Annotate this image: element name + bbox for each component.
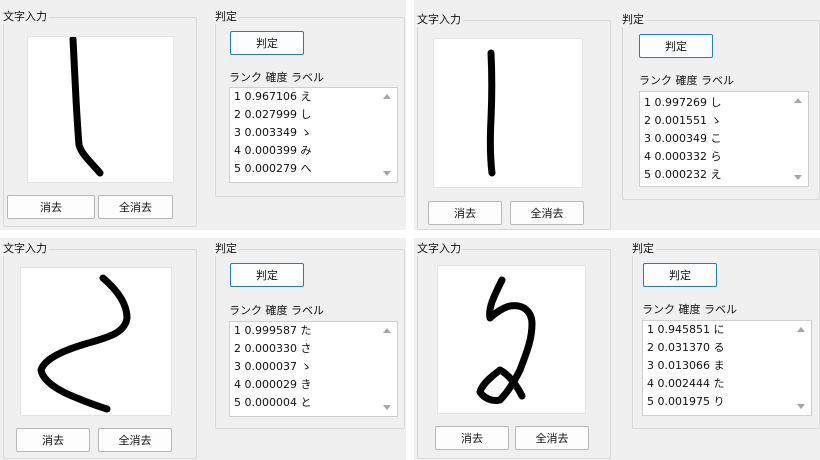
list-item[interactable]: 3 0.003349 ゝ [234, 126, 311, 140]
list-item[interactable]: 2 0.027999 し [234, 108, 311, 122]
drawing-canvas[interactable] [27, 36, 174, 183]
erase-all-button[interactable]: 全消去 [510, 201, 584, 225]
recognizer-panel-1: 文字入力 消去 全消去 判定 判定 ランク 確度 ラベル 1 0.967106 … [0, 0, 406, 230]
scroll-up-icon[interactable] [383, 328, 391, 333]
list-item[interactable]: 4 0.000332 ら [644, 150, 721, 164]
list-item[interactable]: 5 0.000004 と [234, 396, 311, 410]
erase-button[interactable]: 消去 [16, 428, 90, 452]
results-listbox[interactable]: 1 0.945851 に 2 0.031370 る 3 0.013066 ま 4… [642, 320, 812, 416]
handwriting-stroke [476, 276, 536, 404]
list-item[interactable]: 5 0.001975 り [647, 395, 724, 409]
list-header: ランク 確度 ラベル [229, 71, 324, 84]
list-item[interactable]: 1 0.945851 に [647, 323, 724, 337]
list-item[interactable]: 1 0.997269 し [644, 96, 721, 110]
results-listbox[interactable]: 1 0.999587 た 2 0.000330 さ 3 0.000037 ゝ 4… [229, 321, 398, 417]
erase-button[interactable]: 消去 [428, 201, 502, 225]
scroll-down-icon[interactable] [794, 175, 802, 180]
handwriting-stroke [37, 274, 131, 413]
judge-button[interactable]: 判定 [230, 31, 304, 55]
erase-all-button[interactable]: 全消去 [515, 426, 589, 450]
judge-group: 判定 判定 ランク 確度 ラベル 1 0.997269 し 2 0.001551… [622, 13, 820, 200]
judge-button[interactable]: 判定 [639, 34, 713, 58]
list-item[interactable]: 2 0.000330 さ [234, 342, 311, 356]
scroll-down-icon[interactable] [797, 404, 805, 409]
results-listbox[interactable]: 1 0.967106 え 2 0.027999 し 3 0.003349 ゝ 4… [229, 87, 398, 183]
list-item[interactable]: 3 0.000349 こ [644, 132, 721, 146]
recognizer-panel-2: 文字入力 消去 全消去 判定 判定 ランク 確度 ラベル 1 0.997269 … [414, 0, 820, 230]
group-title: 文字入力 [3, 10, 49, 24]
judge-group: 判定 判定 ランク 確度 ラベル 1 0.945851 に 2 0.031370… [632, 242, 820, 429]
erase-all-button[interactable]: 全消去 [98, 428, 172, 452]
drawing-canvas[interactable] [20, 267, 172, 416]
group-title: 判定 [215, 10, 239, 24]
group-title: 判定 [215, 242, 239, 256]
list-item[interactable]: 4 0.002444 た [647, 377, 724, 391]
group-title: 判定 [632, 242, 656, 256]
char-input-group: 文字入力 消去 全消去 [3, 242, 197, 459]
judge-button[interactable]: 判定 [230, 263, 304, 287]
handwriting-stroke [69, 37, 104, 177]
list-header: ランク 確度 ラベル [229, 304, 324, 317]
judge-group: 判定 判定 ランク 確度 ラベル 1 0.999587 た 2 0.000330… [215, 242, 405, 429]
scroll-up-icon[interactable] [383, 94, 391, 99]
scroll-up-icon[interactable] [797, 327, 805, 332]
list-item[interactable]: 5 0.000279 へ [234, 162, 311, 176]
group-title: 文字入力 [417, 242, 463, 256]
judge-button[interactable]: 判定 [643, 263, 717, 287]
list-item[interactable]: 5 0.000232 え [644, 168, 721, 182]
group-title: 文字入力 [3, 242, 49, 256]
recognizer-panel-4: 文字入力 消去 全消去 判定 判定 ランク 確度 ラベル 1 0.945851 … [414, 238, 820, 460]
list-item[interactable]: 2 0.031370 る [647, 341, 724, 355]
scroll-down-icon[interactable] [383, 405, 391, 410]
char-input-group: 文字入力 消去 全消去 [417, 242, 611, 459]
list-header: ランク 確度 ラベル [642, 303, 737, 316]
erase-all-button[interactable]: 全消去 [98, 195, 173, 219]
char-input-group: 文字入力 消去 全消去 [417, 13, 611, 230]
recognizer-panel-3: 文字入力 消去 全消去 判定 判定 ランク 確度 ラベル 1 0.999587 … [0, 238, 406, 460]
list-item[interactable]: 1 0.999587 た [234, 324, 311, 338]
scroll-up-icon[interactable] [794, 98, 802, 103]
group-title: 文字入力 [417, 13, 463, 27]
erase-button[interactable]: 消去 [7, 195, 95, 219]
list-item[interactable]: 3 0.013066 ま [647, 359, 724, 373]
drawing-canvas[interactable] [433, 38, 583, 188]
handwriting-stroke [486, 49, 496, 177]
scroll-down-icon[interactable] [383, 171, 391, 176]
list-item[interactable]: 4 0.000029 き [234, 378, 311, 392]
drawing-canvas[interactable] [437, 265, 586, 414]
group-title: 判定 [622, 13, 646, 27]
list-item[interactable]: 1 0.967106 え [234, 90, 311, 104]
results-listbox[interactable]: 1 0.997269 し 2 0.001551 ゝ 3 0.000349 こ 4… [639, 91, 809, 187]
list-item[interactable]: 3 0.000037 ゝ [234, 360, 311, 374]
list-item[interactable]: 4 0.000399 み [234, 144, 311, 158]
list-header: ランク 確度 ラベル [639, 74, 734, 87]
erase-button[interactable]: 消去 [435, 426, 509, 450]
char-input-group: 文字入力 消去 全消去 [3, 10, 197, 227]
judge-group: 判定 判定 ランク 確度 ラベル 1 0.967106 え 2 0.027999… [215, 10, 405, 197]
list-item[interactable]: 2 0.001551 ゝ [644, 114, 721, 128]
